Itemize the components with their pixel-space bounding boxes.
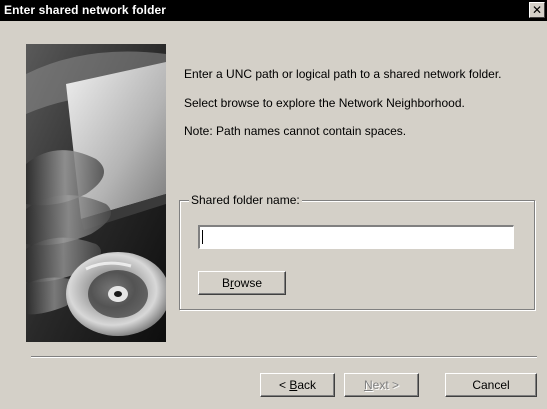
instruction-line-2: Select browse to explore the Network Nei…	[184, 96, 465, 110]
shared-folder-input[interactable]	[198, 225, 514, 249]
back-label-part: <	[278, 378, 290, 392]
browse-label-part: owse	[234, 276, 263, 290]
bottom-separator	[31, 356, 537, 358]
browse-button[interactable]: Browse	[198, 271, 286, 295]
cancel-button[interactable]: Cancel	[445, 373, 537, 397]
title-bar[interactable]: Enter shared network folder ✕	[0, 0, 547, 21]
wizard-hand-cd-image	[26, 44, 166, 342]
instruction-line-1: Enter a UNC path or logical path to a sh…	[184, 67, 502, 81]
next-accelerator: N	[363, 378, 373, 392]
shared-folder-label: Shared folder name:	[189, 193, 302, 207]
back-label-part: ack	[297, 378, 317, 392]
close-button[interactable]: ✕	[529, 2, 545, 18]
next-button[interactable]: Next >	[344, 373, 419, 397]
next-label-part: ext >	[372, 378, 400, 392]
back-button[interactable]: < Back	[260, 373, 335, 397]
wizard-dialog: Enter shared network folder ✕ Enter a UN…	[0, 0, 547, 409]
shared-folder-group: Shared folder name: Browse	[179, 193, 535, 310]
instruction-line-3: Note: Path names cannot contain spaces.	[184, 124, 407, 138]
browse-label-part: B	[221, 276, 230, 290]
text-caret	[202, 230, 203, 244]
window-title: Enter shared network folder	[4, 3, 167, 17]
close-icon: ✕	[531, 3, 543, 17]
